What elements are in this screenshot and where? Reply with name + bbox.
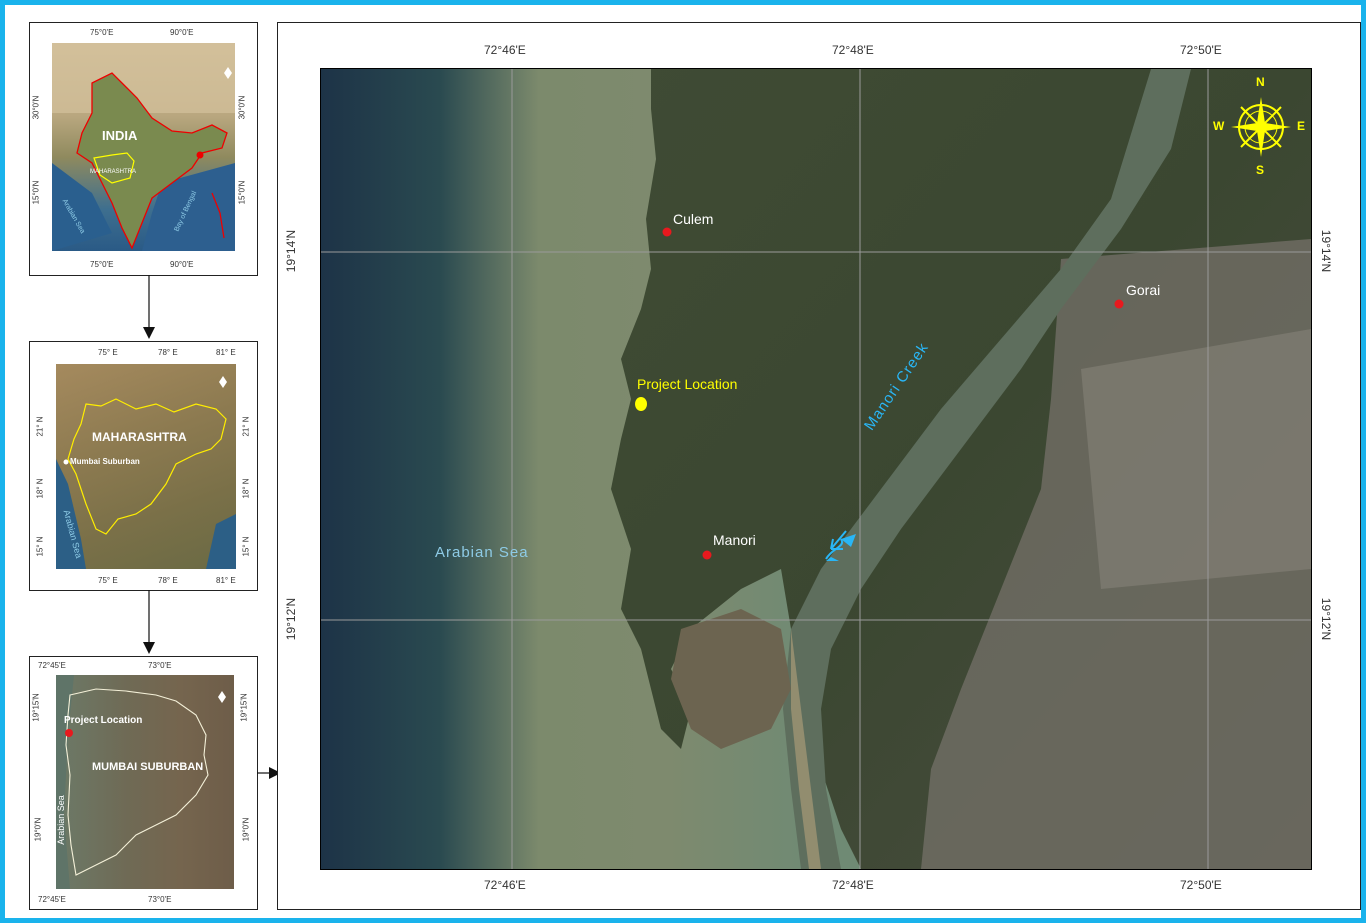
tick-right: 19°14'N [1319,229,1334,273]
tick-bottom: 75°0'E [90,260,114,269]
culem-label: Culem [673,211,714,227]
tick-bottom: 73°0'E [148,895,172,904]
tick-bottom: 72°46'E [484,878,526,892]
compass-w: W [1213,119,1225,133]
tick-bottom: 72°50'E [1180,878,1222,892]
compass-e: E [1297,119,1306,133]
tick-left: 19°12'N [284,597,299,641]
manori-label: Manori [713,532,756,548]
tick-left: 19°15'N [31,693,41,722]
maharashtra-label: MAHARASHTRA [92,430,187,444]
tick-left: 19°14'N [284,229,299,273]
down-arrow-2 [143,590,155,654]
tick-top: 75°0'E [90,28,114,37]
tick-left: 30°0'N [31,95,41,120]
tick-bottom: 90°0'E [170,260,194,269]
down-arrow-1 [143,275,155,339]
maharashtra-map: MAHARASHTRA Mumbai Suburban Arabian Sea [56,364,236,569]
tick-left: 19°0'N [33,817,43,842]
tick-bottom: 81° E [216,576,236,585]
tick-top: 72°48'E [832,43,874,57]
project-location-label: Project Location [64,715,143,726]
tick-bottom: 72°48'E [832,878,874,892]
compass-s: S [1256,163,1265,177]
tick-right: 15° N [241,536,251,557]
tick-left: 15° N [35,536,45,557]
compass-rose-icon [1231,97,1291,157]
tick-top: 72°50'E [1180,43,1222,57]
mumbai-outline-svg [56,675,226,889]
figure-frame: 75°0'E 90°0'E 75°0'E 90°0'E 30°0'N 15°0'… [0,0,1366,923]
tick-right: 19°0'N [241,817,251,842]
tick-top: 75° E [98,348,118,357]
tick-left: 21° N [35,416,45,437]
tick-right: 30°0'N [237,95,247,120]
tick-right: 21° N [241,416,251,437]
satellite-image: Culem Gorai Manori Project Location Mano… [320,68,1312,870]
tick-right: 19°12'N [1319,597,1334,641]
tick-top: 90°0'E [170,28,194,37]
india-label: INDIA [102,128,138,143]
mumbai-suburban-label: MUMBAI SUBURBAN [92,761,204,773]
inset-mumbai-panel: 72°45'E 73°0'E 72°45'E 73°0'E 19°15'N 19… [29,656,258,910]
maharashtra-outline-svg [56,376,236,569]
arabian-sea-label: Arabian Sea [56,795,66,845]
tick-left: 18° N [35,478,45,499]
tick-bottom: 72°45'E [38,895,66,904]
gorai-label: Gorai [1126,282,1161,298]
satellite-drawing-svg [321,69,1311,869]
maharashtra-label: MAHARASHTRA [90,169,137,175]
tick-bottom: 75° E [98,576,118,585]
mumbai-map: Project Location MUMBAI SUBURBAN Arabian… [56,675,234,889]
india-map: INDIA MAHARASHTRA Arabian Sea Bay of Ben… [52,43,235,251]
tick-right: 15°0'N [237,180,247,205]
tick-left: 15°0'N [31,180,41,205]
tick-top: 73°0'E [148,661,172,670]
arabian-sea-label: Arabian Sea [435,544,529,561]
tick-bottom: 78° E [158,576,178,585]
compass-n: N [1256,75,1265,89]
compass-rose: N S W E [1213,75,1305,177]
main-map-panel: 72°46'E 72°48'E 72°50'E 72°46'E 72°48'E … [277,22,1361,910]
tick-top: 72°46'E [484,43,526,57]
tick-right: 19°15'N [239,693,249,722]
project-location-label: Project Location [637,376,738,392]
tick-top: 81° E [216,348,236,357]
tick-top: 78° E [158,348,178,357]
tick-right: 18° N [241,478,251,499]
tick-top: 72°45'E [38,661,66,670]
mumbai-suburban-label: Mumbai Suburban [70,457,140,466]
inset-india-panel: 75°0'E 90°0'E 75°0'E 90°0'E 30°0'N 15°0'… [29,22,258,276]
inset-maharashtra-panel: 75° E 78° E 81° E 75° E 78° E 81° E 21° … [29,341,258,591]
